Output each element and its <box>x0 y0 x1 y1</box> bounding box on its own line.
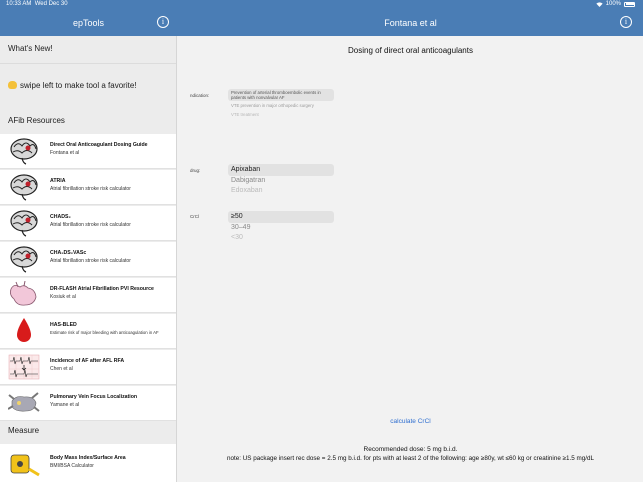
brain-icon <box>10 174 38 201</box>
list-item-title: Pulmonary Vein Focus Localization <box>50 394 138 400</box>
battery-icon <box>624 1 635 7</box>
list-item-subtitle: Atrial fibrillation stroke risk calculat… <box>50 186 131 192</box>
list-item-doac[interactable]: Direct Oral Anticoagulant Dosing Guide F… <box>0 134 176 169</box>
list-item-chads2[interactable]: CHADS₂ Atrial fibrillation stroke risk c… <box>0 206 176 241</box>
measure-section-header: Measure <box>8 426 40 435</box>
list-item-title: HAS-BLED <box>50 322 77 328</box>
brain-icon <box>10 210 38 237</box>
pulmonary-vein-icon <box>8 392 40 412</box>
list-item-dr-flash[interactable]: DR-FLASH Atrial Fibrillation PVI Resourc… <box>0 278 176 313</box>
drug-option[interactable]: Dabigatran <box>228 176 334 186</box>
list-item-subtitle: Yamane et al <box>50 402 80 408</box>
wifi-icon <box>595 1 603 7</box>
sidebar-title: epTools <box>72 18 105 28</box>
ecg-icon <box>8 354 40 380</box>
drug-picker[interactable]: Apixaban Dabigatran Edoxaban <box>228 164 334 196</box>
dose-note: note: US package insert rec dose = 2.5 m… <box>226 455 595 462</box>
indication-option[interactable]: VTE prevention in major orthopedic surge… <box>228 103 334 108</box>
atrium-icon <box>10 281 37 306</box>
favorite-tip-text: swipe left to make tool a favorite! <box>20 81 137 90</box>
info-icon-detail[interactable]: i <box>620 16 632 28</box>
blood-drop-icon <box>17 318 31 342</box>
crcl-option-selected[interactable]: ≥50 <box>228 211 334 223</box>
indication-picker[interactable]: Prevention of arterial thromboembolic ev… <box>228 89 334 117</box>
detail-pane: Dosing of direct oral anticoagulants ndi… <box>178 36 643 482</box>
list-item-cha2ds2vasc[interactable]: CHA₂DS₂VASc Atrial fibrillation stroke r… <box>0 242 176 277</box>
sidebar: What's New! swipe left to make tool a fa… <box>0 36 177 482</box>
indication-option[interactable]: VTE treatment <box>228 112 334 117</box>
crcl-option[interactable]: <30 <box>228 233 334 243</box>
list-item-title: Body Mass Index/Surface Area <box>50 455 126 461</box>
indication-label: ndication: <box>190 93 210 98</box>
drug-option-selected[interactable]: Apixaban <box>228 164 334 176</box>
status-date: Wed Dec 30 <box>34 1 68 7</box>
list-item-title: CHA₂DS₂VASc <box>50 250 87 256</box>
list-item-subtitle: BMI/BSA Calculator <box>50 463 94 469</box>
list-item-subtitle: Atrial fibrillation stroke risk calculat… <box>50 258 131 264</box>
tape-measure-icon <box>10 454 40 477</box>
list-item-title: Direct Oral Anticoagulant Dosing Guide <box>50 142 148 148</box>
crcl-label: CrCl <box>190 214 199 219</box>
detail-title-bar: Fontana et al <box>384 18 437 28</box>
page-title: Dosing of direct oral anticoagulants <box>348 46 473 55</box>
calculate-crcl-link[interactable]: calculate CrCl <box>178 418 643 425</box>
nav-bar: 10:33 AM Wed Dec 30 100% epTools i Fonta… <box>0 0 643 36</box>
list-item-pv-focus[interactable]: Pulmonary Vein Focus Localization Yamane… <box>0 386 176 421</box>
status-time-date: 10:33 AM Wed Dec 30 <box>6 1 68 7</box>
divider <box>0 63 176 64</box>
hand-icon <box>8 81 17 89</box>
favorite-tip: swipe left to make tool a favorite! <box>0 81 176 90</box>
list-item-has-bled[interactable]: HAS-BLED Estimate risk of major bleeding… <box>0 314 176 349</box>
status-time: 10:33 AM <box>6 1 32 7</box>
list-item-title: Incidence of AF after AFL RFA <box>50 358 125 364</box>
list-item-subtitle: Fontana et al <box>50 150 80 156</box>
list-item-bmi[interactable]: Body Mass Index/Surface Area BMI/BSA Cal… <box>0 444 176 482</box>
list-item-atria[interactable]: ATRIA Atrial fibrillation stroke risk ca… <box>0 170 176 205</box>
list-item-subtitle: Chen et al <box>50 366 73 372</box>
battery-percent: 100% <box>605 1 621 7</box>
list-item-title: DR-FLASH Atrial Fibrillation PVI Resourc… <box>50 286 154 292</box>
whats-new-link[interactable]: What's New! <box>0 44 176 53</box>
crcl-option[interactable]: 30–49 <box>228 223 334 233</box>
list-item-subtitle: Kosiuk et al <box>50 294 76 300</box>
app-root: 10:33 AM Wed Dec 30 100% epTools i Fonta… <box>0 0 643 482</box>
list-item-title: CHADS₂ <box>50 214 71 220</box>
recommended-dose: Recommended dose: 5 mg b.i.d. <box>363 446 458 453</box>
list-item-af-after-afl[interactable]: Incidence of AF after AFL RFA Chen et al <box>0 350 176 385</box>
brain-icon <box>10 138 38 165</box>
list-item-subtitle: Estimate risk of major bleeding with ant… <box>50 330 159 335</box>
info-icon[interactable]: i <box>157 16 169 28</box>
list-item-subtitle: Atrial fibrillation stroke risk calculat… <box>50 222 131 228</box>
status-right: 100% <box>595 1 635 7</box>
indication-option-selected[interactable]: Prevention of arterial thromboembolic ev… <box>228 89 334 101</box>
brain-icon <box>10 246 38 273</box>
drug-label: drug: <box>190 168 201 173</box>
afib-section-header: AFib Resources <box>8 116 65 125</box>
drug-option[interactable]: Edoxaban <box>228 186 334 196</box>
list-item-title: ATRIA <box>50 178 66 184</box>
crcl-picker[interactable]: ≥50 30–49 <30 <box>228 211 334 243</box>
